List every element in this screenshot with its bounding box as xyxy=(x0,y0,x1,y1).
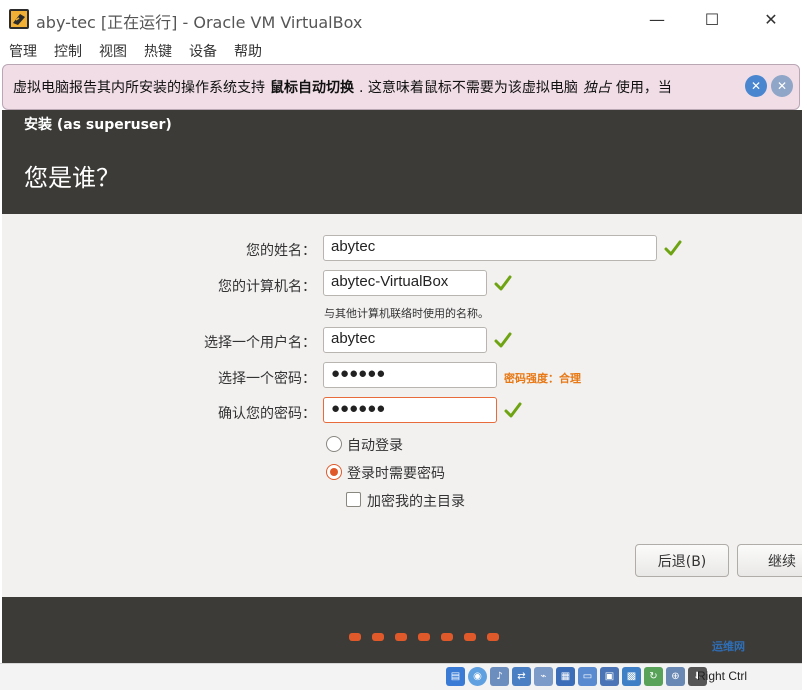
name-value: abytec xyxy=(331,238,376,255)
confirm-password-label: 确认您的密码： xyxy=(218,406,316,422)
guest-additions-icon[interactable]: ↻ xyxy=(644,667,663,686)
minimize-button[interactable]: — xyxy=(634,0,680,38)
encrypt-home-label: 加密我的主目录 xyxy=(367,494,465,510)
optical-drive-icon[interactable]: ◉ xyxy=(468,667,487,686)
hard-disk-icon[interactable]: ▤ xyxy=(446,667,465,686)
auto-login-label: 自动登录 xyxy=(347,438,403,454)
installer-breadcrumb: 安装 (as superuser) xyxy=(24,117,172,133)
network-icon[interactable]: ⇄ xyxy=(512,667,531,686)
password-field[interactable]: ●●●●●● xyxy=(323,362,497,388)
progress-step-dot xyxy=(418,633,430,641)
computer-name-check-icon xyxy=(494,275,512,291)
password-label: 选择一个密码： xyxy=(218,371,316,387)
notice-italic-text: 独占 xyxy=(582,80,611,96)
progress-step-dot xyxy=(395,633,407,641)
display-icon[interactable]: ▭ xyxy=(578,667,597,686)
progress-step-dot xyxy=(464,633,476,641)
notice-mute-icon[interactable]: ✕ xyxy=(771,75,793,97)
close-button[interactable]: ✕ xyxy=(748,0,794,38)
back-button[interactable]: 后退(B) xyxy=(635,544,729,577)
mouse-integration-icon[interactable]: ⊕ xyxy=(666,667,685,686)
window-titlebar: aby-tec [正在运行] - Oracle VM VirtualBox — … xyxy=(0,0,802,38)
name-field[interactable]: abytec xyxy=(323,235,657,261)
computer-name-value: abytec-VirtualBox xyxy=(331,273,449,290)
page-title: 您是谁？ xyxy=(24,164,120,192)
recording-icon[interactable]: ▣ xyxy=(600,667,619,686)
watermark-logo: 运维网 xyxy=(712,640,745,653)
menu-bar: 管理 控制 视图 热键 设备 帮助 xyxy=(0,38,802,64)
progress-step-dot xyxy=(372,633,384,641)
close-icon: ✕ xyxy=(764,9,778,29)
window-title: aby-tec [正在运行] - Oracle VM VirtualBox xyxy=(36,13,363,32)
username-check-icon xyxy=(494,332,512,348)
notice-actions: ✕ ✕ xyxy=(745,75,793,97)
menu-control[interactable]: 控制 xyxy=(49,41,87,61)
user-form: 您的姓名： abytec 您的计算机名： abytec-VirtualBox 与… xyxy=(2,214,802,597)
username-label: 选择一个用户名： xyxy=(204,335,316,351)
menu-manage[interactable]: 管理 xyxy=(4,41,42,61)
shared-folders-icon[interactable]: ▦ xyxy=(556,667,575,686)
menu-view[interactable]: 视图 xyxy=(94,41,132,61)
virtualbox-app-icon xyxy=(9,9,29,29)
confirm-password-field[interactable]: ●●●●●● xyxy=(323,397,497,423)
statusbar-icons: ▤ ◉ ♪ ⇄ ⌁ ▦ ▭ ▣ ▩ ↻ ⊕ ⬇ xyxy=(446,667,707,686)
username-field[interactable]: abytec xyxy=(323,327,487,353)
menu-hotkeys[interactable]: 热键 xyxy=(139,41,177,61)
computer-name-hint: 与其他计算机联络时使用的名称。 xyxy=(324,307,489,320)
notice-text-middle: . 这意味着鼠标不需要为该虚拟电脑 xyxy=(359,80,578,96)
progress-step-dot xyxy=(487,633,499,641)
notice-text-before: 虚拟电脑报告其内所安装的操作系统支持 xyxy=(13,80,265,96)
menu-devices[interactable]: 设备 xyxy=(184,41,222,61)
minimize-icon: — xyxy=(649,9,665,29)
require-password-radio[interactable] xyxy=(326,464,342,480)
maximize-button[interactable]: ☐ xyxy=(689,0,735,38)
cpu-icon[interactable]: ▩ xyxy=(622,667,641,686)
mouse-integration-notice: 虚拟电脑报告其内所安装的操作系统支持 鼠标自动切换 . 这意味着鼠标不需要为该虚… xyxy=(2,64,800,110)
back-button-label: 后退(B) xyxy=(657,553,707,570)
password-value: ●●●●●● xyxy=(331,365,386,382)
notice-close-icon[interactable]: ✕ xyxy=(745,75,767,97)
username-value: abytec xyxy=(331,330,376,347)
usb-icon[interactable]: ⌁ xyxy=(534,667,553,686)
installer-header: 安装 (as superuser) 您是谁？ xyxy=(2,110,802,214)
name-label: 您的姓名： xyxy=(246,243,316,259)
encrypt-home-checkbox[interactable] xyxy=(346,492,361,507)
confirm-password-check-icon xyxy=(504,402,522,418)
computer-name-label: 您的计算机名： xyxy=(218,279,316,295)
progress-step-dot xyxy=(441,633,453,641)
audio-icon[interactable]: ♪ xyxy=(490,667,509,686)
host-key-label: Right Ctrl xyxy=(697,669,748,683)
password-strength: 密码强度：合理 xyxy=(504,372,581,385)
maximize-icon: ☐ xyxy=(704,9,720,29)
install-progress-bar xyxy=(2,597,802,663)
notice-text-after: 使用，当 xyxy=(615,80,672,96)
continue-button-label: 继续 xyxy=(768,553,796,570)
confirm-password-value: ●●●●●● xyxy=(331,400,386,417)
auto-login-radio[interactable] xyxy=(326,436,342,452)
menu-help[interactable]: 帮助 xyxy=(229,41,267,61)
require-password-label: 登录时需要密码 xyxy=(347,466,445,482)
notice-bold-text: 鼠标自动切换 xyxy=(270,80,354,96)
vm-statusbar: ▤ ◉ ♪ ⇄ ⌁ ▦ ▭ ▣ ▩ ↻ ⊕ ⬇ Right Ctrl xyxy=(0,663,802,690)
progress-steps xyxy=(349,633,499,641)
name-check-icon xyxy=(664,240,682,256)
computer-name-field[interactable]: abytec-VirtualBox xyxy=(323,270,487,296)
progress-step-dot xyxy=(349,633,361,641)
continue-button[interactable]: 继续 xyxy=(737,544,802,577)
